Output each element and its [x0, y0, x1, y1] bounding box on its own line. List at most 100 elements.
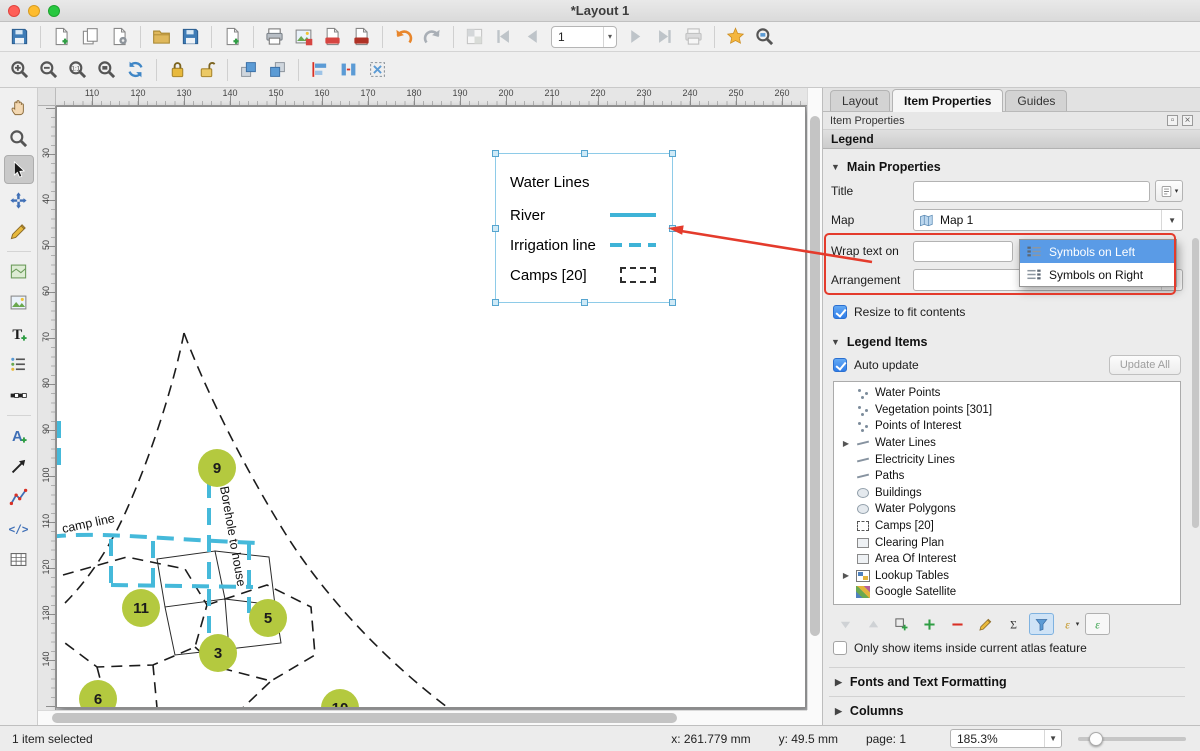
auto-update-checkbox[interactable] [833, 358, 847, 372]
add-item-button[interactable] [917, 613, 942, 635]
distribute-items-button[interactable] [335, 57, 362, 83]
update-all-button[interactable]: Update All [1109, 355, 1181, 375]
selection-handle[interactable] [581, 299, 588, 306]
move-item-down-button[interactable] [833, 613, 858, 635]
layout-manager-button[interactable] [106, 24, 133, 50]
move-item-up-button[interactable] [861, 613, 886, 635]
selection-handle[interactable] [669, 225, 676, 232]
zoom-level-combobox[interactable]: 185.3% ▼ [950, 729, 1062, 748]
atlas-filter-checkbox[interactable] [833, 641, 847, 655]
close-window-button[interactable] [8, 5, 20, 17]
zoom-to-selection-button[interactable] [751, 24, 778, 50]
save-as-template-button[interactable] [177, 24, 204, 50]
zoom-slider[interactable] [1078, 737, 1186, 741]
resize-items-button[interactable] [364, 57, 391, 83]
legend-item[interactable]: Water Lines River Irrigation line Camps … [502, 160, 666, 296]
legend-items-header[interactable]: ▼ Legend Items [831, 335, 1183, 349]
edit-nodes-item-button[interactable] [4, 217, 34, 246]
legend-item-row[interactable]: Buildings [834, 485, 1180, 502]
zoom-full-button[interactable] [93, 57, 120, 83]
expander-icon[interactable]: ▶ [841, 571, 851, 580]
export-as-pdf-button[interactable] [348, 24, 375, 50]
selection-handle[interactable] [669, 299, 676, 306]
last-feature-button[interactable] [651, 24, 678, 50]
selection-handle[interactable] [492, 299, 499, 306]
option-symbols-on-left[interactable]: Symbols on Left [1020, 240, 1176, 263]
undo-button[interactable] [390, 24, 417, 50]
zoom-window-button[interactable] [48, 5, 60, 17]
panel-scrollbar[interactable] [1192, 152, 1199, 721]
main-properties-header[interactable]: ▼ Main Properties [831, 160, 1183, 174]
selection-handle[interactable] [492, 150, 499, 157]
print-atlas-button[interactable] [680, 24, 707, 50]
next-feature-button[interactable] [622, 24, 649, 50]
add-pages-button[interactable] [219, 24, 246, 50]
filter-by-expression-button[interactable]: ▾ [1057, 613, 1082, 635]
select-move-item-button[interactable] [4, 155, 34, 184]
legend-item-row[interactable]: Area Of Interest [834, 551, 1180, 568]
atlas-settings-button[interactable] [722, 24, 749, 50]
selection-handle[interactable] [669, 150, 676, 157]
legend-item-selection[interactable]: Water Lines River Irrigation line Camps … [495, 153, 673, 303]
add-node-item-button[interactable] [4, 483, 34, 512]
legend-item-row[interactable]: Water Points [834, 385, 1180, 402]
lower-items-button[interactable] [264, 57, 291, 83]
resize-to-fit-checkbox[interactable] [833, 305, 847, 319]
add-shape-button[interactable] [4, 421, 34, 450]
unlock-all-items-button[interactable] [193, 57, 220, 83]
previous-feature-button[interactable] [519, 24, 546, 50]
export-as-image-button[interactable] [290, 24, 317, 50]
scrollbar-thumb[interactable] [810, 116, 820, 636]
columns-section-header[interactable]: ▶ Columns [829, 696, 1185, 725]
legend-item-row[interactable]: ▶Lookup Tables [834, 568, 1180, 585]
first-feature-button[interactable] [490, 24, 517, 50]
load-template-button[interactable] [148, 24, 175, 50]
map-item[interactable]: 91153610 camp line Borehole to house [57, 107, 805, 707]
pan-layout-button[interactable] [4, 93, 34, 122]
export-as-svg-button[interactable] [319, 24, 346, 50]
add-html-button[interactable] [4, 514, 34, 543]
legend-item-row[interactable]: Points of Interest [834, 418, 1180, 435]
preview-atlas-button[interactable] [461, 24, 488, 50]
legend-items-list[interactable]: Water PointsVegetation points [301]Point… [833, 381, 1181, 605]
print-layout-button[interactable] [261, 24, 288, 50]
map-combobox[interactable]: Map 1 ▼ [913, 209, 1183, 231]
legend-item-row[interactable]: Google Satellite [834, 584, 1180, 601]
add-group-button[interactable] [889, 613, 914, 635]
scrollbar-thumb[interactable] [1192, 238, 1199, 528]
zoom-tool-button[interactable] [4, 124, 34, 153]
scrollbar-thumb[interactable] [52, 713, 677, 723]
zoom-actual-button[interactable] [64, 57, 91, 83]
edit-item-button[interactable] [973, 613, 998, 635]
legend-item-row[interactable]: ▶Water Lines [834, 435, 1180, 452]
add-label-button[interactable] [4, 319, 34, 348]
selection-handle[interactable] [492, 225, 499, 232]
add-arrow-button[interactable] [4, 452, 34, 481]
add-picture-button[interactable] [4, 288, 34, 317]
canvas-horizontal-scrollbar[interactable] [38, 710, 807, 725]
title-input[interactable] [913, 181, 1150, 202]
save-project-button[interactable] [6, 24, 33, 50]
tab-guides[interactable]: Guides [1005, 90, 1067, 111]
atlas-page-combobox[interactable]: 1▾ [551, 26, 617, 48]
raise-items-button[interactable] [235, 57, 262, 83]
selection-handle[interactable] [581, 150, 588, 157]
filter-legend-by-map-button[interactable] [1029, 613, 1054, 635]
legend-item-row[interactable]: Electricity Lines [834, 451, 1180, 468]
option-symbols-on-right[interactable]: Symbols on Right [1020, 263, 1176, 286]
layout-page[interactable]: 91153610 camp line Borehole to house Wat… [56, 106, 806, 708]
refresh-view-button[interactable] [122, 57, 149, 83]
zoom-out-button[interactable] [35, 57, 62, 83]
add-attribute-table-button[interactable] [4, 545, 34, 574]
tab-item-properties[interactable]: Item Properties [892, 89, 1003, 112]
legend-item-row[interactable]: Water Polygons [834, 501, 1180, 518]
move-item-content-button[interactable] [4, 186, 34, 215]
legend-item-row[interactable]: Vegetation points [301] [834, 402, 1180, 419]
count-features-button[interactable] [1001, 613, 1026, 635]
legend-item-row[interactable]: Paths [834, 468, 1180, 485]
close-panel-icon[interactable]: × [1182, 115, 1193, 126]
add-legend-button[interactable] [4, 350, 34, 379]
zoom-slider-thumb[interactable] [1089, 732, 1103, 746]
redo-button[interactable] [419, 24, 446, 50]
legend-item-row[interactable]: Clearing Plan [834, 534, 1180, 551]
